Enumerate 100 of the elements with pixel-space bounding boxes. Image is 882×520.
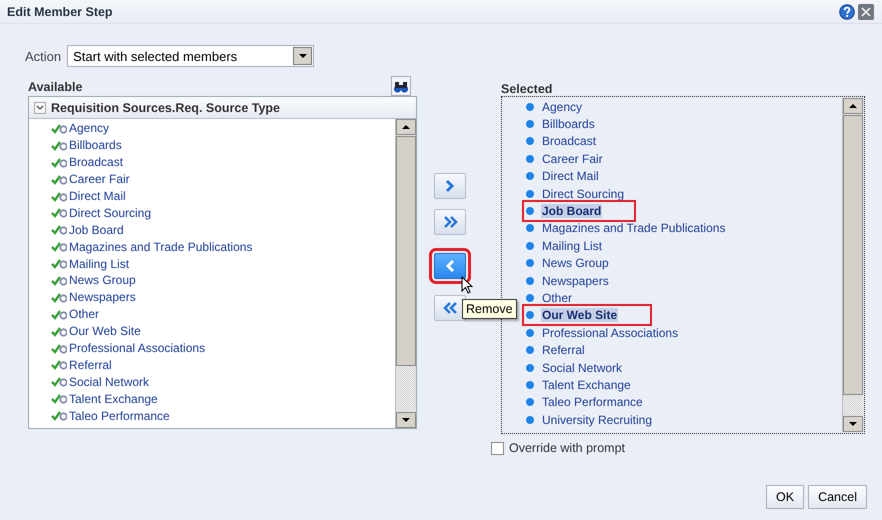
member-item[interactable]: Mailing List	[541, 238, 604, 253]
member-item[interactable]: Mailing List	[69, 256, 130, 271]
help-icon[interactable]	[839, 4, 855, 20]
check-circle-icon	[51, 174, 67, 185]
scrollbar-thumb[interactable]	[396, 136, 416, 366]
bullet-icon	[526, 224, 534, 232]
bullet-icon	[526, 346, 534, 354]
chevron-icon	[36, 104, 44, 112]
check-circle-icon	[51, 122, 67, 134]
member-item[interactable]: Billboards	[541, 117, 596, 132]
add-button[interactable]	[434, 173, 466, 199]
check-circle-icon	[51, 393, 67, 404]
double-chevron-right-icon	[442, 215, 458, 229]
down-arrow-icon	[848, 421, 858, 427]
remove-all-button[interactable]	[434, 295, 466, 321]
member-item[interactable]: Broadcast	[541, 134, 598, 148]
check-circle-icon	[51, 410, 67, 422]
member-item[interactable]: Other	[541, 290, 574, 305]
member-item[interactable]: Billboards	[69, 138, 122, 152]
close-icon[interactable]	[858, 4, 874, 20]
member-item[interactable]: Magazines and Trade Publications	[69, 240, 252, 254]
bullet-icon	[526, 172, 534, 180]
check-circle-icon	[51, 258, 67, 270]
bullet-icon	[526, 311, 534, 320]
check-circle-icon	[51, 326, 67, 337]
member-item[interactable]: Direct Mail	[541, 169, 600, 184]
action-dropdown[interactable]: Start with selected members	[67, 45, 314, 67]
check-circle-icon	[51, 359, 67, 370]
bullet-icon	[526, 137, 534, 146]
check-circle-icon	[51, 308, 67, 320]
check-circle-icon	[51, 156, 67, 168]
member-item[interactable]: Talent Exchange	[541, 378, 632, 392]
scroll-up-button[interactable]	[843, 98, 863, 114]
member-item[interactable]: Talent Exchange	[69, 392, 158, 406]
mouse-pointer-icon	[461, 276, 473, 294]
member-item[interactable]: Broadcast	[69, 155, 124, 170]
member-item[interactable]: Our Web Site	[541, 308, 618, 322]
member-item[interactable]: Taleo Performance	[541, 395, 644, 410]
scroll-down-button[interactable]	[843, 416, 863, 432]
bullet-icon	[526, 364, 534, 372]
group-header: Requisition Sources.Req. Source Type	[51, 100, 280, 114]
member-item[interactable]: University Recruiting	[541, 412, 654, 427]
scroll-up-button[interactable]	[396, 119, 416, 135]
member-item[interactable]: Referral	[69, 358, 112, 372]
add-all-button[interactable]	[434, 209, 466, 235]
dropdown-arrow-icon	[298, 54, 307, 58]
override-checkbox[interactable]	[491, 442, 504, 454]
check-circle-icon	[51, 292, 67, 303]
check-circle-icon	[51, 224, 67, 236]
member-item[interactable]: Job Board	[541, 204, 602, 218]
bullet-icon	[526, 190, 534, 198]
member-item[interactable]: Newspapers	[69, 290, 136, 304]
member-item[interactable]: Career Fair	[69, 172, 130, 186]
bullet-icon	[526, 328, 534, 337]
member-item[interactable]: Direct Mail	[69, 189, 126, 203]
bullet-icon	[526, 154, 534, 163]
bullet-icon	[526, 276, 534, 285]
window-title: Edit Member Step	[7, 4, 113, 18]
bullet-icon	[526, 380, 534, 389]
dialog-button[interactable]: Cancel	[808, 485, 867, 509]
bullet-icon	[526, 102, 534, 111]
member-item[interactable]: Magazines and Trade Publications	[541, 221, 726, 236]
double-chevron-left-icon	[442, 301, 458, 315]
expand-toggle[interactable]	[34, 102, 46, 114]
member-item[interactable]: Other	[69, 307, 100, 322]
binoculars-icon	[393, 80, 409, 92]
member-item[interactable]: Professional Associations	[69, 341, 206, 356]
selected-label: Selected	[501, 81, 554, 96]
check-circle-icon	[51, 190, 67, 202]
action-label: Action	[25, 48, 62, 64]
check-circle-icon	[51, 274, 67, 286]
down-arrow-icon	[401, 417, 411, 423]
bullet-icon	[526, 242, 534, 250]
check-circle-icon	[51, 140, 67, 151]
check-circle-icon	[51, 342, 67, 354]
bullet-icon	[526, 294, 534, 302]
member-item[interactable]: Our Web Site	[69, 324, 141, 338]
member-item[interactable]: Direct Sourcing	[69, 206, 152, 220]
scroll-down-button[interactable]	[396, 412, 416, 428]
member-item[interactable]: Referral	[541, 343, 586, 358]
member-item[interactable]: Taleo Performance	[69, 408, 170, 423]
member-item[interactable]: News Group	[69, 273, 136, 288]
scrollbar-thumb[interactable]	[843, 115, 863, 395]
available-label: Available	[28, 80, 82, 96]
member-item[interactable]: Agency	[541, 100, 584, 114]
tooltip: Remove	[462, 299, 517, 319]
member-item[interactable]: Newspapers	[541, 274, 610, 288]
member-item[interactable]: Professional Associations	[541, 326, 680, 340]
bullet-icon	[526, 259, 534, 268]
member-item[interactable]: Social Network	[69, 374, 150, 389]
member-item[interactable]: Direct Sourcing	[541, 186, 626, 201]
member-item[interactable]: Job Board	[69, 222, 124, 237]
bullet-icon	[526, 398, 534, 406]
member-item[interactable]: News Group	[541, 256, 610, 270]
member-item[interactable]: Agency	[69, 121, 110, 136]
dialog-button[interactable]: OK	[766, 485, 804, 509]
member-item[interactable]: Career Fair	[541, 152, 604, 166]
check-circle-icon	[51, 241, 67, 252]
search-button[interactable]	[391, 76, 411, 96]
member-item[interactable]: Social Network	[541, 360, 624, 375]
